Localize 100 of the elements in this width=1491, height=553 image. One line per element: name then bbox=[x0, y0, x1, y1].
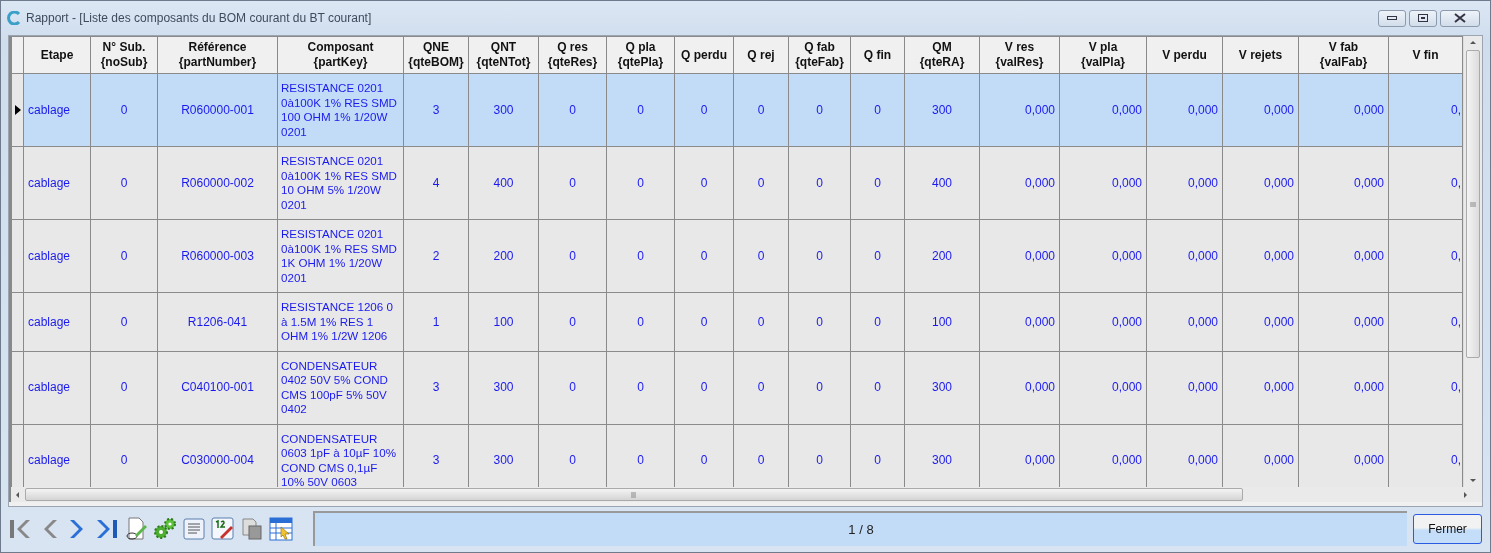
table-cell: 0 bbox=[606, 146, 675, 220]
scroll-thumb[interactable] bbox=[25, 488, 1243, 501]
table-cell: 0 bbox=[733, 292, 789, 351]
table-cell: 0,000 bbox=[1059, 424, 1147, 487]
toolbar-button[interactable] bbox=[152, 515, 178, 542]
column-header[interactable]: V pla {valPla} bbox=[1059, 36, 1147, 74]
toolbar-button[interactable] bbox=[210, 515, 236, 542]
table-cell: 300 bbox=[904, 351, 980, 424]
table-cell: 0 bbox=[90, 146, 158, 220]
table-cell: 0 bbox=[850, 424, 905, 487]
column-header[interactable]: V fab {valFab} bbox=[1298, 36, 1389, 74]
minimize-icon bbox=[1387, 16, 1397, 20]
table-cell: 3 bbox=[403, 424, 469, 487]
table-cell: 0,000 bbox=[979, 146, 1060, 220]
table-cell: CONDENSATEUR 0402 50V 5% COND CMS 100pF 5% 50V 0402 bbox=[277, 351, 404, 424]
table-cell: 0 bbox=[674, 292, 734, 351]
column-header[interactable]: Q perdu bbox=[674, 36, 734, 74]
table-cell: 0,000 bbox=[1146, 219, 1223, 293]
column-header[interactable]: Q rej bbox=[733, 36, 789, 74]
scroll-thumb[interactable] bbox=[1466, 50, 1480, 358]
row-indicator[interactable] bbox=[11, 73, 24, 147]
record-counter: 1 / 8 bbox=[313, 511, 1407, 546]
table-cell: 0 bbox=[788, 146, 851, 220]
table-cell: 0,000 bbox=[1222, 73, 1299, 147]
table-cell: 0 bbox=[606, 292, 675, 351]
table-cell: 0,000 bbox=[1059, 219, 1147, 293]
table-cell: C040100-001 bbox=[157, 351, 278, 424]
toolbar-button[interactable] bbox=[239, 515, 265, 542]
table-cell: 0,000 bbox=[1298, 219, 1389, 293]
table-cell: RESISTANCE 1206 0 à 1.5M 1% RES 1 OHM 1% 1/2W 1206 bbox=[277, 292, 404, 351]
column-header[interactable]: QNE {qteBOM} bbox=[403, 36, 469, 74]
minimize-button[interactable] bbox=[1378, 9, 1406, 27]
table-cell: 0,000 bbox=[1059, 146, 1147, 220]
table-cell: R060000-001 bbox=[157, 73, 278, 147]
table-cell: R060000-003 bbox=[157, 219, 278, 293]
close-dialog-button[interactable]: Fermer bbox=[1413, 513, 1482, 544]
column-header[interactable]: Q pla {qtePla} bbox=[606, 36, 675, 74]
column-header[interactable]: Q fab {qteFab} bbox=[788, 36, 851, 74]
column-header[interactable]: Q fin bbox=[850, 36, 905, 74]
table-cell: 0,000 bbox=[1146, 424, 1223, 487]
vertical-scrollbar[interactable] bbox=[1463, 36, 1482, 487]
next-icon bbox=[70, 517, 86, 540]
table-cell: 0,000 bbox=[1222, 351, 1299, 424]
table-cell: 0,000 bbox=[1146, 351, 1223, 424]
table-cell: 0, bbox=[1388, 424, 1463, 487]
table-cell: 0,000 bbox=[979, 424, 1060, 487]
table-cell: 2 bbox=[403, 219, 469, 293]
table-cell: 0,000 bbox=[1222, 424, 1299, 487]
table-cell: 0,000 bbox=[1059, 351, 1147, 424]
table-cell: 0,000 bbox=[1222, 219, 1299, 293]
table-cell: RESISTANCE 0201 0à100K 1% RES SMD 100 OHM 1% 1/20W 0201 bbox=[277, 73, 404, 147]
table-cell: 0,000 bbox=[1146, 292, 1223, 351]
table-cell: 100 bbox=[904, 292, 980, 351]
toolbar-button[interactable] bbox=[181, 515, 207, 542]
table-cell: 0 bbox=[674, 146, 734, 220]
table-cell: 3 bbox=[403, 73, 469, 147]
horizontal-scrollbar[interactable] bbox=[9, 487, 1482, 502]
column-header[interactable]: Référence {partNumber} bbox=[157, 36, 278, 74]
table-cell: 400 bbox=[904, 146, 980, 220]
column-header[interactable]: N° Sub. {noSub} bbox=[90, 36, 158, 74]
toolbar-button[interactable] bbox=[123, 515, 149, 542]
table-cell: 0 bbox=[733, 351, 789, 424]
table-cell: 0,000 bbox=[979, 351, 1060, 424]
table-cell: 0, bbox=[1388, 73, 1463, 147]
table-cell: 0 bbox=[788, 219, 851, 293]
table-cell: 300 bbox=[468, 73, 539, 147]
numbers-pencil-icon bbox=[211, 516, 235, 541]
table-cell: 0 bbox=[850, 351, 905, 424]
table-cell: 0,000 bbox=[1298, 292, 1389, 351]
table-cell: 0 bbox=[538, 219, 607, 293]
column-header[interactable]: Composant {partKey} bbox=[277, 36, 404, 74]
table-cell: 0 bbox=[538, 424, 607, 487]
table-cell: 0 bbox=[538, 292, 607, 351]
table-cell: cablage bbox=[23, 73, 91, 147]
restore-icon bbox=[1418, 14, 1428, 22]
table-cell: RESISTANCE 0201 0à100K 1% RES SMD 1K OHM 1% 1/20W 0201 bbox=[277, 219, 404, 293]
table-cell: 0 bbox=[733, 219, 789, 293]
column-header[interactable]: V fin bbox=[1388, 36, 1463, 74]
column-header[interactable]: V rejets bbox=[1222, 36, 1299, 74]
table-cell: 0,000 bbox=[1298, 73, 1389, 147]
column-header[interactable]: Q res {qteRes} bbox=[538, 36, 607, 74]
column-header[interactable]: V perdu bbox=[1146, 36, 1223, 74]
column-header[interactable]: QM {qteRA} bbox=[904, 36, 980, 74]
app-logo-icon bbox=[7, 11, 21, 25]
maximize-button[interactable] bbox=[1409, 9, 1437, 27]
table-cell: 0,000 bbox=[1298, 424, 1389, 487]
last-record-icon bbox=[96, 517, 118, 540]
table-cell: 0 bbox=[788, 424, 851, 487]
table-cell: 0 bbox=[850, 146, 905, 220]
column-header[interactable]: V res {valRes} bbox=[979, 36, 1060, 74]
toolbar-button[interactable] bbox=[268, 515, 294, 542]
table-cell: 300 bbox=[904, 73, 980, 147]
column-header[interactable]: QNT {qteNTot} bbox=[468, 36, 539, 74]
table-cell: 0, bbox=[1388, 292, 1463, 351]
column-header[interactable]: Etape bbox=[23, 36, 91, 74]
table-cell: 0 bbox=[606, 351, 675, 424]
table-cell: 0 bbox=[674, 73, 734, 147]
table-cursor-icon bbox=[269, 516, 293, 541]
table-cell: cablage bbox=[23, 146, 91, 220]
close-button[interactable] bbox=[1440, 9, 1480, 27]
